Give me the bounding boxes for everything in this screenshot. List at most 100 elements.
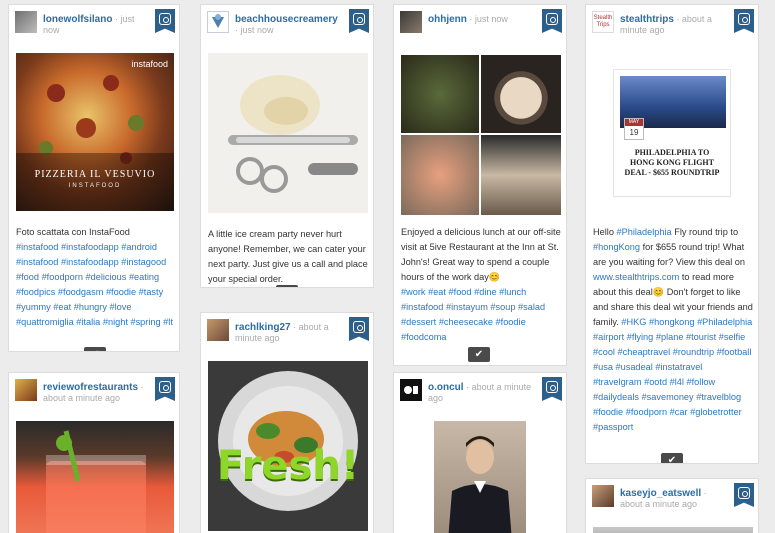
instagram-icon[interactable] [155,9,175,33]
username-link[interactable]: o.oncul [428,382,464,393]
hashtag[interactable]: #night [103,317,128,327]
hashtag[interactable]: #hongKong [593,242,640,252]
post-image[interactable]: MAY 19 PHILADELPHIA TO HONG KONG FLIGHT … [613,69,731,197]
hashtag[interactable]: #l4l [670,377,684,387]
hashtag[interactable]: #instatravel [655,362,702,372]
hashtag[interactable]: #hongkong [649,317,694,327]
username-link[interactable]: ohhjenn [428,14,467,25]
hashtag[interactable]: #foodie [593,407,623,417]
hashtag[interactable]: #travelblog [696,392,741,402]
hashtag[interactable]: #yummy [16,302,51,312]
hashtag[interactable]: #flying [627,332,654,342]
avatar[interactable] [207,11,229,33]
post-image[interactable] [593,527,753,533]
hashtag[interactable]: #foodpics [16,287,55,297]
avatar[interactable] [400,379,422,401]
hashtag[interactable]: #android [121,242,157,252]
hashtag[interactable]: #italia [76,317,100,327]
hashtag[interactable]: #hungry [74,302,107,312]
instagram-icon[interactable] [734,9,754,33]
hashtag[interactable]: #instafoodapp [61,257,119,267]
post-image[interactable] [434,421,526,533]
avatar[interactable] [400,11,422,33]
hashtag[interactable]: #cheesecake [439,317,493,327]
hashtag[interactable]: #work [401,287,426,297]
approve-button[interactable]: ✔ [276,285,298,287]
hashtag[interactable]: #food [16,272,39,282]
hashtag[interactable]: #foodcoma [401,332,446,342]
hashtag[interactable]: #instagood [121,257,166,267]
hashtag[interactable]: #HKG [621,317,646,327]
instagram-icon[interactable] [155,377,175,401]
hashtag[interactable]: #savemoney [642,392,694,402]
hashtag[interactable]: #tourist [686,332,716,342]
hashtag[interactable]: #car [670,407,688,417]
hashtag[interactable]: #roundtrip [673,347,714,357]
instagram-icon[interactable] [734,483,754,507]
hashtag[interactable]: #eat [53,302,71,312]
hashtag[interactable]: #soup [490,302,515,312]
hashtag[interactable]: #dailydeals [593,392,639,402]
instagram-icon[interactable] [542,377,562,401]
hashtag[interactable]: #cheaptravel [618,347,671,357]
hashtag[interactable]: #Philadelphia [697,317,752,327]
hashtag[interactable]: #ootd [644,377,667,387]
username-link[interactable]: beachhousecreamery [235,14,338,25]
hashtag[interactable]: #instafood [16,242,58,252]
hashtag[interactable]: #foodporn [42,272,83,282]
hashtag[interactable]: #love [110,302,132,312]
hashtag[interactable]: #passport [593,422,633,432]
hashtag[interactable]: #eating [129,272,159,282]
website-link[interactable]: www.stealthtrips.com [593,272,679,282]
avatar[interactable] [592,485,614,507]
hashtag[interactable]: #instafood [401,302,443,312]
post-image[interactable]: instafood PIZZERIA IL VESUVIO INSTAFOOD [16,53,174,211]
hashtag[interactable]: #Philadelphia [617,227,672,237]
avatar[interactable] [15,379,37,401]
instagram-icon[interactable] [349,9,369,33]
hashtag[interactable]: #cool [593,347,615,357]
post-image[interactable]: Fresh! [208,361,368,531]
hashtag[interactable]: #foodporn [626,407,667,417]
hashtag[interactable]: #spring [130,317,160,327]
hashtag[interactable]: #salad [518,302,545,312]
hashtag[interactable]: #foodie [496,317,526,327]
username-link[interactable]: kaseyjo_eatswell [620,488,701,499]
hashtag[interactable]: #plane [656,332,684,342]
hashtag[interactable]: #globetrotter [690,407,742,417]
avatar[interactable] [207,319,229,341]
post-image[interactable] [401,55,561,215]
instagram-icon[interactable] [349,317,369,341]
hashtag[interactable]: #delicious [86,272,127,282]
hashtag[interactable]: #travelgram [593,377,642,387]
approve-button[interactable]: ✔ [468,347,490,362]
hashtag[interactable]: #follow [687,377,716,387]
hashtag[interactable]: #lt [163,317,173,327]
post-image[interactable] [16,421,174,533]
hashtag[interactable]: #instafoodapp [61,242,119,252]
username-link[interactable]: lonewolfsilano [43,14,112,25]
avatar[interactable] [15,11,37,33]
hashtag[interactable]: #tasty [139,287,164,297]
hashtag[interactable]: #instayum [446,302,488,312]
approve-button[interactable]: ✔ [84,347,106,351]
instagram-icon[interactable] [542,9,562,33]
hashtag[interactable]: #instafood [16,257,58,267]
hashtag[interactable]: #quattromiglia [16,317,74,327]
hashtag[interactable]: #airport [593,332,624,342]
avatar[interactable]: Stealth Trips [592,11,614,33]
hashtag[interactable]: #eat [428,287,446,297]
hashtag[interactable]: #lunch [499,287,526,297]
hashtag[interactable]: #foodgasm [58,287,103,297]
hashtag[interactable]: #usa [593,362,613,372]
hashtag[interactable]: #foodie [106,287,136,297]
username-link[interactable]: reviewofrestaurants [43,382,138,393]
hashtag[interactable]: #football [717,347,752,357]
hashtag[interactable]: #usadeal [616,362,653,372]
hashtag[interactable]: #dessert [401,317,436,327]
post-image[interactable] [208,53,368,213]
hashtag[interactable]: #dine [474,287,496,297]
hashtag[interactable]: #food [449,287,472,297]
username-link[interactable]: stealthtrips [620,14,674,25]
hashtag[interactable]: #selfie [719,332,746,342]
